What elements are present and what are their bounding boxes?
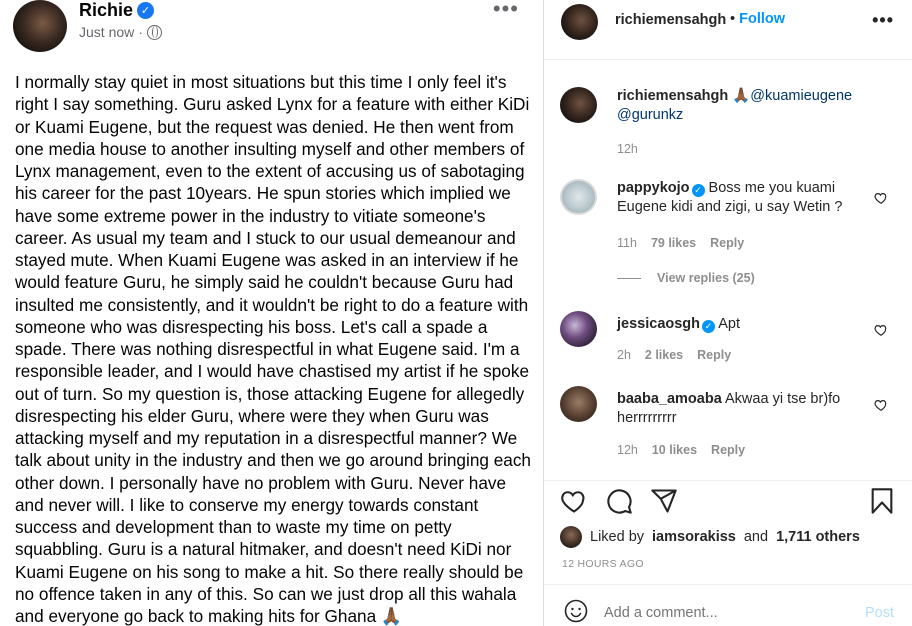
comment-meta: 2h 2 likes Reply <box>617 348 731 362</box>
emoji-icon[interactable] <box>564 599 588 623</box>
avatar[interactable] <box>560 526 582 548</box>
fb-author-name: Richie <box>79 0 134 20</box>
comment-meta: 12h 10 likes Reply <box>617 443 745 457</box>
comment-body: Apt <box>718 316 741 332</box>
liked-prefix: Liked by <box>590 529 645 545</box>
fb-time-label: Just now <box>79 24 135 40</box>
avatar[interactable] <box>560 87 597 123</box>
fb-author: Richie ✓ <box>79 0 155 21</box>
liked-and: and <box>743 529 769 545</box>
fb-separator: · <box>138 24 143 40</box>
dot-separator: • <box>730 11 736 27</box>
heart-icon[interactable] <box>874 323 888 337</box>
bookmark-icon[interactable] <box>868 487 896 515</box>
avatar[interactable] <box>560 386 597 422</box>
header-username[interactable]: richiemensahgh <box>615 12 726 28</box>
caption-meta: 12h <box>617 142 638 156</box>
post-button[interactable]: Post <box>865 605 894 621</box>
view-replies-button[interactable]: View replies (25) <box>617 271 755 285</box>
facebook-post-image: Richie ✓ Just now · ••• I normally stay … <box>0 0 543 626</box>
mention-link[interactable]: @kuamieugene <box>750 88 852 104</box>
caption-username[interactable]: richiemensahgh <box>617 88 728 104</box>
comment-username[interactable]: pappykojo <box>617 180 690 196</box>
fb-post-text: I normally stay quiet in most situations… <box>15 72 531 626</box>
verified-icon: ✓ <box>691 184 705 197</box>
liked-count[interactable]: 1,711 others <box>776 529 860 545</box>
liked-by: Liked by iamsorakiss and 1,711 others <box>560 526 860 548</box>
comment-text: baaba_amoaba Akwaa yi tse br)fo herrrrrr… <box>617 390 867 428</box>
avatar[interactable] <box>560 311 597 347</box>
reply-button[interactable]: Reply <box>711 443 745 457</box>
more-options-icon[interactable]: ••• <box>872 10 894 31</box>
follow-label: Follow <box>739 11 786 27</box>
verified-icon: ✓ <box>137 2 155 19</box>
comment-likes[interactable]: 2 likes <box>645 348 683 362</box>
follow-button[interactable]: • Follow <box>730 11 785 27</box>
share-icon[interactable] <box>650 487 678 515</box>
verified-icon: ✓ <box>702 320 716 333</box>
comment-text: jessicaosgh ✓ Apt <box>617 315 867 334</box>
view-replies-label: View replies (25) <box>657 271 755 285</box>
fb-author-avatar <box>13 0 67 52</box>
heart-icon[interactable] <box>874 398 888 412</box>
mention-link[interactable]: @gurunkz <box>617 107 683 123</box>
comment-likes[interactable]: 79 likes <box>651 236 696 250</box>
avatar[interactable] <box>560 179 597 215</box>
comments-list: richiemensahgh 🙏🏾@kuamieugene @gurunkz 1… <box>544 61 912 479</box>
add-comment-bar: Post <box>544 584 912 626</box>
caption-emoji: 🙏🏾 <box>732 88 751 104</box>
reply-button[interactable]: Reply <box>697 348 731 362</box>
fb-post-time: Just now · <box>79 24 162 40</box>
comment-username[interactable]: baaba_amoaba <box>617 391 722 407</box>
post-header: richiemensahgh • Follow ••• <box>544 0 912 60</box>
comment-time[interactable]: 11h <box>617 236 637 250</box>
liked-user[interactable]: iamsorakiss <box>652 529 736 545</box>
caption-time[interactable]: 12h <box>617 142 638 156</box>
comment-time[interactable]: 2h <box>617 348 631 362</box>
replies-line <box>617 277 641 279</box>
comment-username[interactable]: jessicaosgh <box>617 316 700 332</box>
comment-icon[interactable] <box>605 487 633 515</box>
comment-time[interactable]: 12h <box>617 443 638 457</box>
heart-icon[interactable] <box>560 487 588 515</box>
instagram-panel: richiemensahgh • Follow ••• richiemensah… <box>544 0 912 626</box>
post-actions: Liked by iamsorakiss and 1,711 others 12… <box>544 480 912 626</box>
heart-icon[interactable] <box>874 191 888 205</box>
comment-likes[interactable]: 10 likes <box>652 443 697 457</box>
comment-input[interactable] <box>604 605 854 621</box>
post-time-ago[interactable]: 12 HOURS AGO <box>562 558 644 570</box>
fb-more-icon: ••• <box>492 0 519 21</box>
globe-icon <box>146 24 162 40</box>
comment-meta: 11h 79 likes Reply <box>617 236 744 250</box>
comment-text: pappykojo ✓ Boss me you kuami Eugene kidi… <box>617 179 867 217</box>
avatar[interactable] <box>561 4 598 40</box>
caption-text: richiemensahgh 🙏🏾@kuamieugene @gurunkz <box>617 87 867 125</box>
reply-button[interactable]: Reply <box>710 236 744 250</box>
